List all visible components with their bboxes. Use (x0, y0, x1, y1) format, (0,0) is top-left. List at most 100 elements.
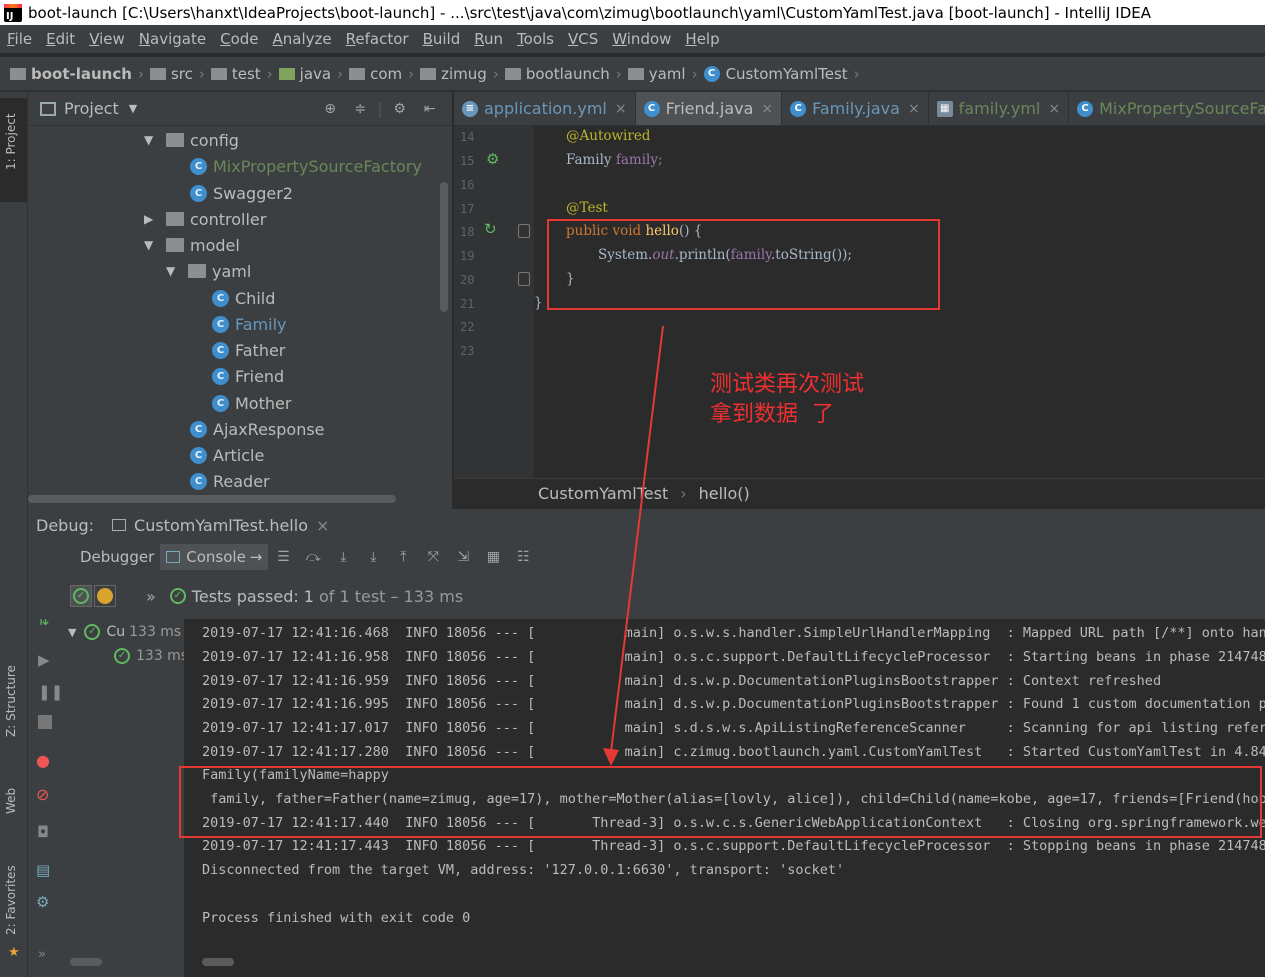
project-panel-title[interactable]: Project (64, 99, 119, 118)
tab-console[interactable]: Console → (160, 544, 269, 570)
tool-tab-web[interactable]: Web (4, 788, 18, 814)
menu-run[interactable]: Run (467, 30, 510, 48)
tree-node-reader[interactable]: C Reader (190, 468, 270, 494)
tab-mixpropertysourcefactory[interactable]: C MixPropertySourceFactory (1069, 92, 1265, 125)
breadcrumb-bootlaunch[interactable]: bootlaunch › (504, 65, 622, 83)
code-line-18: public void hello() { (566, 223, 702, 239)
tree-node-config[interactable]: ▼ config (144, 127, 239, 153)
gear-icon[interactable]: ⚙ (392, 101, 408, 117)
expanded-arrow-icon[interactable]: ▼ (144, 238, 160, 252)
tree-node-family[interactable]: C Family (212, 311, 286, 337)
breadcrumb-com[interactable]: com › (349, 65, 414, 83)
menu-edit[interactable]: Edit (39, 30, 82, 48)
tree-node-swagger2[interactable]: C Swagger2 (190, 180, 293, 206)
console-line: 2019-07-17 12:41:17.443 INFO 18056 --- [… (202, 838, 1265, 854)
breadcrumb-java[interactable]: java › (278, 65, 343, 83)
expanded-arrow-icon[interactable]: ▼ (166, 264, 182, 278)
menu-build[interactable]: Build (416, 30, 468, 48)
dropdown-arrow-icon[interactable]: ▼ (129, 102, 137, 115)
menu-file[interactable]: File (0, 30, 39, 48)
close-icon[interactable]: × (908, 101, 920, 117)
breadcrumb-project[interactable]: boot-launch › (10, 65, 144, 83)
bean-injection-icon[interactable]: ⚙ (486, 150, 499, 168)
show-execution-point-icon[interactable]: ☰ (275, 549, 291, 565)
run-to-cursor-icon[interactable]: ⇲ (455, 549, 471, 565)
tree-node-yaml[interactable]: ▼ yaml (166, 258, 251, 284)
breadcrumb-src[interactable]: src › (149, 65, 205, 83)
menu-help[interactable]: Help (678, 30, 726, 48)
tab-friend-java[interactable]: C Friend.java × (635, 92, 783, 125)
mute-breakpoints-icon[interactable]: ⊘ (36, 785, 49, 804)
step-out-icon[interactable]: ⤒ (395, 549, 411, 565)
tab-family-java[interactable]: C Family.java × (782, 92, 929, 125)
menu-analyze[interactable]: Analyze (266, 30, 339, 48)
horizontal-scrollbar[interactable] (70, 958, 102, 966)
close-icon[interactable]: × (316, 516, 329, 535)
stop-icon[interactable] (38, 715, 52, 729)
menu-view[interactable]: View (82, 30, 132, 48)
horizontal-scrollbar[interactable] (28, 495, 396, 503)
more-icon[interactable]: » (146, 587, 156, 606)
tool-tab-favorites[interactable]: 2: Favorites (4, 865, 18, 935)
tree-node-child[interactable]: C Child (212, 285, 275, 311)
breadcrumb-test[interactable]: test › (210, 65, 273, 83)
test-tree-root[interactable]: ▼ ✓ Cu 133 ms (68, 619, 181, 645)
console-line: family, father=Father(name=zimug, age=17… (202, 791, 1265, 807)
menu-vcs[interactable]: VCS (561, 30, 605, 48)
menu-window[interactable]: Window (605, 30, 678, 48)
more-icon[interactable]: » (38, 947, 46, 962)
menu-navigate[interactable]: Navigate (132, 30, 213, 48)
evaluate-expression-icon[interactable]: ▦ (485, 549, 501, 565)
tab-debugger[interactable]: Debugger (74, 544, 160, 570)
settings-icon[interactable]: ⚙ (36, 893, 49, 911)
class-icon: C (703, 65, 720, 82)
collapsed-arrow-icon[interactable]: ▶ (144, 212, 160, 226)
resume-icon[interactable]: ▶ (38, 651, 50, 669)
expanded-arrow-icon[interactable]: ▼ (68, 626, 76, 639)
tree-node-mother[interactable]: C Mother (212, 390, 291, 416)
collapse-all-icon[interactable]: ≑ (352, 101, 368, 117)
tree-node-friend[interactable]: C Friend (212, 363, 284, 389)
close-icon[interactable]: × (615, 101, 627, 117)
vertical-scrollbar[interactable] (440, 182, 448, 312)
tree-node-model[interactable]: ▼ model (144, 232, 240, 258)
breadcrumb-zimug[interactable]: zimug › (420, 65, 499, 83)
horizontal-scrollbar[interactable] (202, 958, 234, 966)
breadcrumb-customyamltest[interactable]: C CustomYamlTest › (703, 65, 860, 83)
layout-icon[interactable]: ▤ (36, 861, 50, 879)
console-output[interactable]: 2019-07-17 12:41:16.468 INFO 18056 --- [… (184, 619, 1265, 977)
camera-icon[interactable]: ◘ (37, 823, 49, 841)
tab-application-yml[interactable]: ≡ application.yml × (454, 92, 636, 125)
fold-marker-icon[interactable] (518, 272, 530, 286)
editor-breadcrumb-method[interactable]: hello() (699, 484, 750, 503)
menu-refactor[interactable]: Refactor (339, 30, 416, 48)
breadcrumb-yaml[interactable]: yaml › (627, 65, 698, 83)
fold-marker-icon[interactable] (518, 224, 530, 238)
show-ignored-toggle[interactable] (94, 585, 116, 607)
force-step-into-icon[interactable]: ⤓ (365, 549, 381, 565)
close-icon[interactable]: × (761, 101, 773, 117)
step-over-icon[interactable]: ⤼ (305, 549, 321, 565)
tool-tab-structure[interactable]: Z: Structure (4, 665, 18, 737)
tree-node-father[interactable]: C Father (212, 337, 285, 363)
menu-tools[interactable]: Tools (510, 30, 561, 48)
view-breakpoints-icon[interactable]: ● (36, 751, 50, 770)
tool-tab-project[interactable]: 1: Project (4, 113, 18, 170)
tree-node-controller[interactable]: ▶ controller (144, 206, 266, 232)
show-passed-toggle[interactable]: ✓ (70, 585, 92, 607)
tree-node-mixpropertysourcefactory[interactable]: C MixPropertySourceFactory (190, 153, 422, 179)
tree-node-article[interactable]: C Article (190, 442, 264, 468)
hide-panel-icon[interactable]: ⇤ (422, 101, 438, 117)
locate-target-icon[interactable]: ⊕ (322, 101, 338, 117)
menu-code[interactable]: Code (213, 30, 265, 48)
drop-frame-icon[interactable]: ⤧ (425, 549, 441, 565)
run-test-icon[interactable]: ↻ (484, 220, 497, 238)
close-icon[interactable]: × (1048, 101, 1060, 117)
tree-node-ajaxresponse[interactable]: C AjaxResponse (190, 416, 325, 442)
debug-session-tab[interactable]: CustomYamlTest.hello (134, 516, 308, 535)
step-into-icon[interactable]: ⤓ (335, 549, 351, 565)
tab-family-yml[interactable]: ▦ family.yml × (929, 92, 1070, 125)
test-tree-hello[interactable]: ✓ 133 ms (114, 643, 188, 669)
trace-icon[interactable]: ☷ (515, 549, 531, 565)
expanded-arrow-icon[interactable]: ▼ (144, 133, 160, 147)
